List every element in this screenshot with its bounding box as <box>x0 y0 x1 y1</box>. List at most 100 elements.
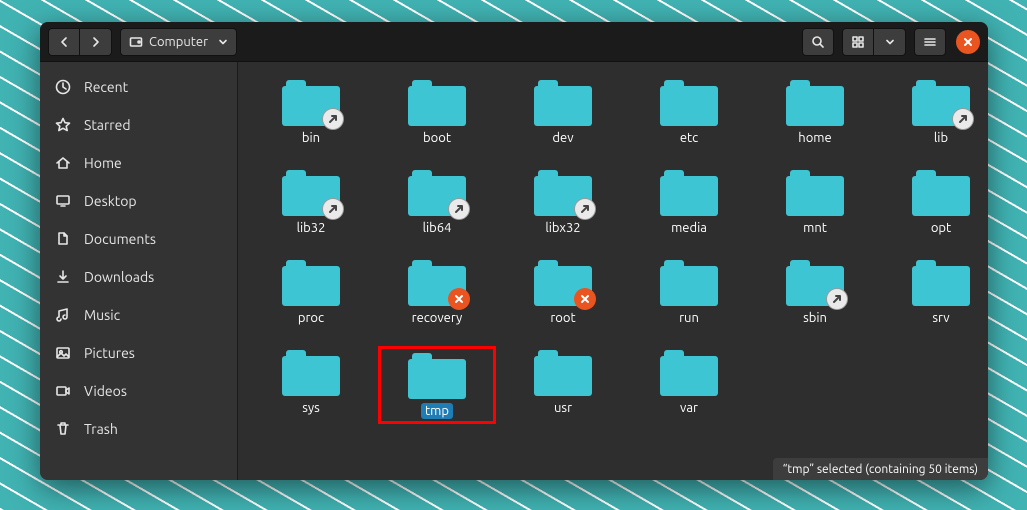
folder-proc[interactable]: proc <box>252 256 370 328</box>
folder-opt[interactable]: opt <box>882 166 988 238</box>
path-bar[interactable]: Computer <box>120 28 237 56</box>
view-switcher <box>842 28 906 56</box>
folder-label: proc <box>294 310 328 326</box>
folder-tmp[interactable]: tmp <box>378 346 496 424</box>
titlebar: Computer <box>40 22 988 62</box>
window-body: Recent Starred Home DesktopDocuments Downloa… <box>40 62 988 480</box>
folder-lib[interactable]: lib <box>882 76 988 148</box>
sidebar-item-music[interactable]: Music <box>40 296 237 334</box>
video-icon <box>54 382 72 400</box>
folder-icon <box>912 260 970 306</box>
sidebar-item-desktop[interactable]: Desktop <box>40 182 237 220</box>
folder-icon <box>534 350 592 396</box>
folder-icon <box>660 170 718 216</box>
folder-label: tmp <box>421 403 453 419</box>
file-pane[interactable]: bin boot dev etc home lib lib32 lib64 libx32 medi… <box>238 62 988 480</box>
sidebar-item-label: Videos <box>84 383 127 399</box>
sidebar-item-pictures[interactable]: Pictures <box>40 334 237 372</box>
folder-icon <box>408 260 466 306</box>
search-button[interactable] <box>802 28 834 56</box>
folder-media[interactable]: media <box>630 166 748 238</box>
folder-icon <box>408 353 466 399</box>
folder-label: srv <box>928 310 953 326</box>
folder-dev[interactable]: dev <box>504 76 622 148</box>
folder-icon <box>534 80 592 126</box>
icon-view-button[interactable] <box>842 28 874 56</box>
folder-label: etc <box>676 130 702 146</box>
nav-buttons <box>48 28 112 56</box>
sidebar-item-label: Starred <box>84 117 131 133</box>
sidebar-item-starred[interactable]: Starred <box>40 106 237 144</box>
folder-var[interactable]: var <box>630 346 748 424</box>
sidebar-item-label: Home <box>84 155 122 171</box>
folder-label: home <box>794 130 835 146</box>
folder-icon <box>408 170 466 216</box>
folder-etc[interactable]: etc <box>630 76 748 148</box>
close-icon <box>963 37 973 47</box>
folder-run[interactable]: run <box>630 256 748 328</box>
folder-label: boot <box>419 130 455 146</box>
folder-icon <box>786 170 844 216</box>
sidebar-item-downloads[interactable]: Downloads <box>40 258 237 296</box>
sidebar-item-trash[interactable]: Trash <box>40 410 237 448</box>
back-button[interactable] <box>48 28 80 56</box>
drive-icon <box>129 35 143 49</box>
sidebar-item-label: Trash <box>84 421 118 437</box>
folder-bin[interactable]: bin <box>252 76 370 148</box>
folder-label: dev <box>548 130 577 146</box>
folder-label: root <box>546 310 579 326</box>
forward-button[interactable] <box>80 28 112 56</box>
folder-label: lib <box>930 130 952 146</box>
sidebar-item-home[interactable]: Home <box>40 144 237 182</box>
folder-label: recovery <box>408 310 467 326</box>
status-bar: “tmp” selected (containing 50 items) <box>773 458 988 480</box>
hamburger-button[interactable] <box>914 28 946 56</box>
folder-icon <box>534 260 592 306</box>
music-icon <box>54 306 72 324</box>
folder-label: sbin <box>799 310 831 326</box>
no-access-badge-icon <box>448 288 470 310</box>
menu-icon <box>923 35 937 49</box>
folder-label: lib64 <box>419 220 456 236</box>
folder-lib32[interactable]: lib32 <box>252 166 370 238</box>
folder-sys[interactable]: sys <box>252 346 370 424</box>
close-button[interactable] <box>956 30 980 54</box>
picture-icon <box>54 344 72 362</box>
folder-label: sys <box>298 400 324 416</box>
sidebar-item-documents[interactable]: Documents <box>40 220 237 258</box>
folder-icon <box>660 80 718 126</box>
folder-label: opt <box>927 220 955 236</box>
folder-label: lib32 <box>293 220 330 236</box>
folder-root[interactable]: root <box>504 256 622 328</box>
folder-icon <box>660 260 718 306</box>
chevron-left-icon <box>58 36 70 48</box>
download-icon <box>54 268 72 286</box>
symlink-badge-icon <box>952 108 974 130</box>
chevron-right-icon <box>90 36 102 48</box>
folder-icon <box>786 260 844 306</box>
folder-recovery[interactable]: recovery <box>378 256 496 328</box>
folder-lib64[interactable]: lib64 <box>378 166 496 238</box>
folder-icon <box>912 170 970 216</box>
symlink-badge-icon <box>574 198 596 220</box>
folder-sbin[interactable]: sbin <box>756 256 874 328</box>
sidebar-item-label: Downloads <box>84 269 154 285</box>
view-options-button[interactable] <box>874 28 906 56</box>
folder-home[interactable]: home <box>756 76 874 148</box>
folder-srv[interactable]: srv <box>882 256 988 328</box>
folder-mnt[interactable]: mnt <box>756 166 874 238</box>
sidebar-item-recent[interactable]: Recent <box>40 68 237 106</box>
symlink-badge-icon <box>448 198 470 220</box>
folder-libx32[interactable]: libx32 <box>504 166 622 238</box>
folder-icon <box>282 350 340 396</box>
folder-usr[interactable]: usr <box>504 346 622 424</box>
chevron-down-icon <box>885 37 895 47</box>
folder-label: media <box>667 220 711 236</box>
symlink-badge-icon <box>322 198 344 220</box>
folder-icon <box>786 80 844 126</box>
folder-icon <box>912 80 970 126</box>
sidebar-item-videos[interactable]: Videos <box>40 372 237 410</box>
folder-boot[interactable]: boot <box>378 76 496 148</box>
folder-icon <box>660 350 718 396</box>
no-access-badge-icon <box>574 288 596 310</box>
